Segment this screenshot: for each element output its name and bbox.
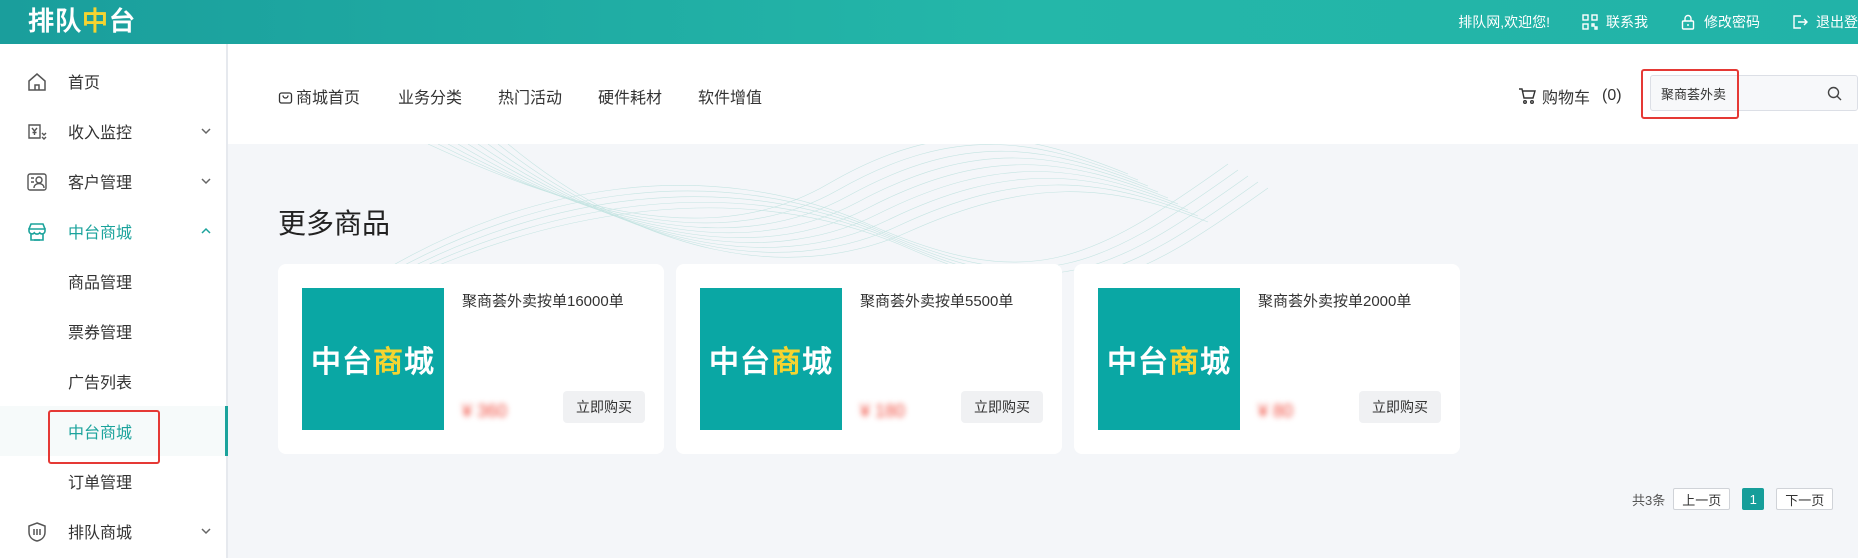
top-right-actions: 排队网,欢迎您! 联系我 修改密码 退出登 (1426, 0, 1858, 44)
product-thumbnail[interactable]: 中台商城 (302, 288, 444, 430)
qrcode-icon (1582, 14, 1598, 30)
sidebar-item-income[interactable]: 收入监控 (0, 106, 226, 156)
thumb-text-b: 商 (1169, 346, 1200, 379)
store-icon (28, 223, 46, 241)
product-title[interactable]: 聚商荟外卖按单5500单 (860, 290, 1013, 311)
change-password-label: 修改密码 (1704, 14, 1760, 30)
buy-now-button[interactable]: 立即购买 (1359, 391, 1441, 423)
lock-icon (1681, 14, 1695, 30)
sidebar-item-mid-mall[interactable]: 中台商城 (0, 206, 226, 256)
sidebar-subitem-ticket-management[interactable]: 票券管理 (0, 306, 226, 356)
sidebar-item-label: 中台商城 (68, 225, 133, 242)
product-thumbnail[interactable]: 中台商城 (1098, 288, 1240, 430)
buy-now-button[interactable]: 立即购买 (961, 391, 1043, 423)
sidebar-item-label: 排队商城 (68, 525, 133, 542)
customer-icon (27, 173, 47, 191)
nav-mall-home[interactable]: 商城首页 (278, 84, 360, 108)
nav-business[interactable]: 业务分类 (398, 84, 462, 108)
product-thumbnail[interactable]: 中台商城 (700, 288, 842, 430)
logout-icon (1793, 15, 1808, 29)
pagination: 共3条 上一页 1 下一页 (1632, 488, 1834, 510)
product-card[interactable]: 中台商城 聚商荟外卖按单2000单 ¥ 80 立即购买 (1074, 264, 1460, 454)
cart-icon (1519, 88, 1536, 104)
nav-mall-home-label: 商城首页 (296, 90, 361, 107)
product-price: ¥ 180 (860, 401, 906, 421)
logout-link[interactable]: 退出登 (1792, 12, 1858, 32)
chevron-down-icon (201, 178, 211, 185)
logo-text-part2: 中 (82, 5, 110, 36)
nav-hot-events[interactable]: 热门活动 (498, 84, 562, 108)
chevron-down-icon (201, 128, 211, 135)
sidebar-item-label: 客户管理 (68, 175, 133, 192)
cart-link[interactable]: 购物车 (0) (1518, 84, 1622, 108)
sidebar-subitem-label: 商品管理 (68, 275, 133, 292)
wave-lines (377, 144, 1269, 274)
sidebar-subitem-label: 票券管理 (68, 325, 133, 342)
thumb-text-c: 城 (404, 346, 435, 379)
sidebar-item-home[interactable]: 首页 (0, 56, 226, 106)
income-icon (28, 124, 47, 140)
home-icon (28, 73, 46, 91)
thumb-text-c: 城 (802, 346, 833, 379)
sidebar-subitem-ad-list[interactable]: 广告列表 (0, 356, 226, 406)
product-card[interactable]: 中台商城 聚商荟外卖按单16000单 ¥ 360 立即购买 (278, 264, 664, 454)
nav-software[interactable]: 软件增值 (698, 84, 762, 108)
shopping-bag-icon (278, 91, 293, 104)
sidebar-item-label: 收入监控 (68, 125, 133, 142)
product-price: ¥ 80 (1258, 401, 1294, 421)
nav-hardware[interactable]: 硬件耗材 (598, 84, 662, 108)
product-card[interactable]: 中台商城 聚商荟外卖按单5500单 ¥ 180 立即购买 (676, 264, 1062, 454)
thumb-text-a: 中台 (709, 346, 771, 379)
sidebar-subitem-label: 广告列表 (68, 375, 133, 392)
product-title[interactable]: 聚商荟外卖按单16000单 (462, 290, 624, 311)
search-icon[interactable] (1827, 86, 1842, 101)
change-password-link[interactable]: 修改密码 (1680, 12, 1760, 32)
sidebar: 首页 收入监控 客户管理 中台商城 商品管理 票券管理 广告列表 中台商城 订单… (0, 44, 228, 558)
current-page-button[interactable]: 1 (1742, 488, 1765, 510)
cart-label: 购物车 (1542, 90, 1591, 107)
shield-icon (28, 522, 46, 542)
chevron-down-icon (201, 528, 211, 535)
decorative-wave-banner (228, 144, 1858, 274)
mall-header: 商城首页 业务分类 热门活动 硬件耗材 软件增值 购物车 (0) (228, 44, 1858, 144)
logout-label: 退出登 (1816, 14, 1858, 30)
product-title[interactable]: 聚商荟外卖按单2000单 (1258, 290, 1411, 311)
logo-text-part3: 台 (109, 5, 137, 36)
prev-page-button[interactable]: 上一页 (1673, 488, 1731, 510)
thumb-text-b: 商 (373, 346, 404, 379)
search-highlight-box (1641, 69, 1739, 119)
contact-label: 联系我 (1606, 14, 1648, 30)
logo-text-part1: 排队 (28, 5, 83, 36)
product-price: ¥ 360 (462, 401, 508, 421)
thumb-text-c: 城 (1200, 346, 1231, 379)
next-page-button[interactable]: 下一页 (1776, 488, 1834, 510)
cart-count: (0) (1602, 87, 1622, 104)
sidebar-item-queue-mall[interactable]: 排队商城 (0, 506, 226, 556)
thumb-text-a: 中台 (311, 346, 373, 379)
sidebar-subitem-label: 订单管理 (68, 475, 133, 492)
thumb-text-a: 中台 (1107, 346, 1169, 379)
sidebar-subitem-product-management[interactable]: 商品管理 (0, 256, 226, 306)
sidebar-item-label: 首页 (68, 75, 101, 92)
buy-now-button[interactable]: 立即购买 (563, 391, 645, 423)
pagination-total: 共3条 (1632, 492, 1666, 508)
section-title: 更多商品 (278, 208, 391, 239)
chevron-up-icon (201, 227, 211, 234)
welcome-text: 排队网,欢迎您! (1458, 14, 1550, 30)
app-logo[interactable]: 排队中台 (28, 2, 136, 36)
sidebar-item-customers[interactable]: 客户管理 (0, 156, 226, 206)
top-bar: 排队中台 排队网,欢迎您! 联系我 修改密码 退出登 (0, 0, 1858, 44)
contact-link[interactable]: 联系我 (1582, 12, 1648, 32)
thumb-text-b: 商 (771, 346, 802, 379)
sidebar-highlight-box (48, 410, 160, 464)
